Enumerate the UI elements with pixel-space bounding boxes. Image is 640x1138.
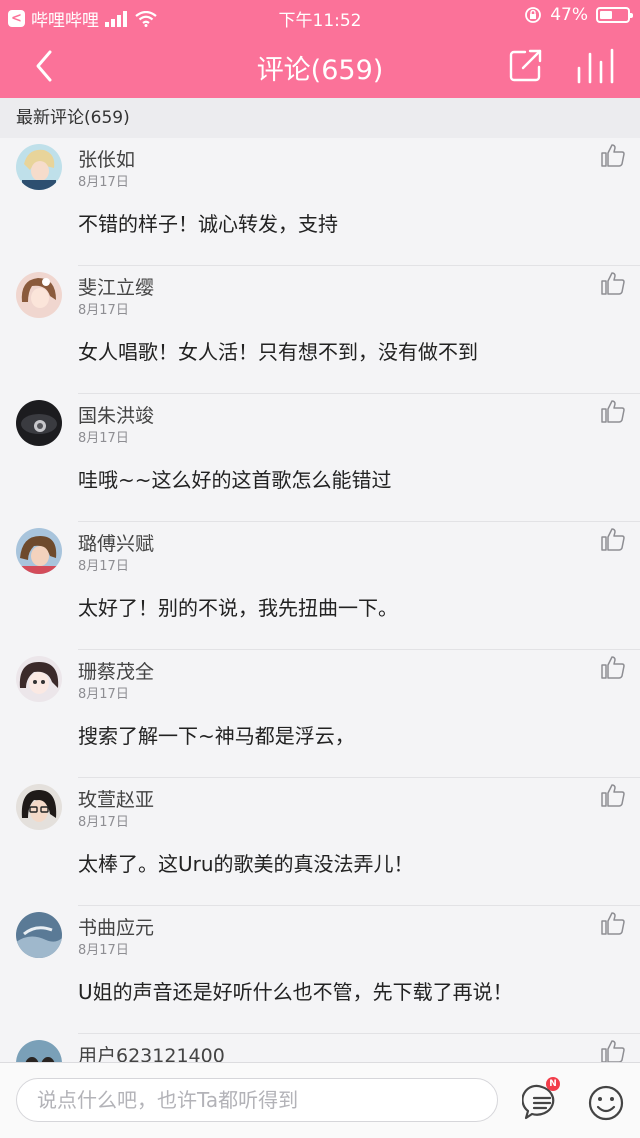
comment-date: 8月17日 xyxy=(78,559,129,574)
comment-author[interactable]: 璐傅兴赋 xyxy=(78,529,154,556)
avatar[interactable] xyxy=(16,784,62,830)
rotation-lock-icon xyxy=(525,7,542,23)
section-header: 最新评论(659) xyxy=(0,98,640,138)
thumbs-up-icon[interactable] xyxy=(600,142,626,168)
emoji-icon[interactable] xyxy=(586,1083,626,1123)
comment-text: 太好了！别的不说，我先扭曲一下。 xyxy=(78,596,398,620)
comment-author[interactable]: 斐江立缨 xyxy=(78,273,154,300)
comment-date: 8月17日 xyxy=(78,175,129,190)
comment-item[interactable]: 书曲应元 8月17日 U姐的声音还是好听什么也不管，先下载了再说！ xyxy=(0,906,640,1034)
comment-text: 太棒了。这Uru的歌美的真没法弄儿！ xyxy=(78,852,414,876)
thumbs-up-icon[interactable] xyxy=(600,654,626,680)
battery-percent: 47% xyxy=(550,5,588,25)
comment-list[interactable]: 张伥如 8月17日 不错的样子！诚心转发，支持 斐江立缨 8月17日 女人唱歌！… xyxy=(0,138,640,1062)
avatar[interactable] xyxy=(16,144,62,190)
thumbs-up-icon[interactable] xyxy=(600,398,626,424)
page-title: 评论(659) xyxy=(256,55,384,86)
comment-date: 8月17日 xyxy=(78,943,129,958)
comment-item[interactable]: 璐傅兴赋 8月17日 太好了！别的不说，我先扭曲一下。 xyxy=(0,522,640,650)
thumbs-up-icon[interactable] xyxy=(600,526,626,552)
comment-item[interactable]: 珊蔡茂全 8月17日 搜索了解一下~神马都是浮云， xyxy=(0,650,640,778)
comment-date: 8月17日 xyxy=(78,687,129,702)
comment-item[interactable]: 国朱洪竣 8月17日 哇哦~~这么好的这首歌怎么能错过 xyxy=(0,394,640,522)
comment-author[interactable]: 国朱洪竣 xyxy=(78,401,154,428)
avatar[interactable] xyxy=(16,656,62,702)
comment-text: 哇哦~~这么好的这首歌怎么能错过 xyxy=(78,468,392,492)
comment-author[interactable]: 用户623121400 xyxy=(78,1041,225,1062)
comment-author[interactable]: 珊蔡茂全 xyxy=(78,657,154,684)
share-icon[interactable] xyxy=(508,48,544,84)
comment-author[interactable]: 书曲应元 xyxy=(78,913,154,940)
comment-item[interactable]: 玫萱赵亚 8月17日 太棒了。这Uru的歌美的真没法弄儿！ xyxy=(0,778,640,906)
comment-author[interactable]: 玫萱赵亚 xyxy=(78,785,154,812)
thumbs-up-icon[interactable] xyxy=(600,270,626,296)
thumbs-up-icon[interactable] xyxy=(600,782,626,808)
battery-level xyxy=(600,11,613,19)
notification-badge: N xyxy=(546,1077,560,1091)
comment-date: 8月17日 xyxy=(78,431,129,446)
comment-item[interactable]: 斐江立缨 8月17日 女人唱歌！女人活！只有想不到，没有做不到 xyxy=(0,266,640,394)
comment-text: 不错的样子！诚心转发，支持 xyxy=(78,212,338,236)
comment-item[interactable]: 用户623121400 xyxy=(0,1034,640,1062)
battery-icon xyxy=(596,7,633,23)
thumbs-up-icon[interactable] xyxy=(600,1038,626,1062)
thumbs-up-icon[interactable] xyxy=(600,910,626,936)
comment-input[interactable]: 说点什么吧，也许Ta都听得到 xyxy=(16,1078,498,1122)
comment-date: 8月17日 xyxy=(78,815,129,830)
avatar[interactable] xyxy=(16,272,62,318)
nav-bar: 评论(659) xyxy=(0,34,640,98)
equalizer-icon[interactable] xyxy=(576,48,616,84)
comment-item[interactable]: 张伥如 8月17日 不错的样子！诚心转发，支持 xyxy=(0,138,640,266)
comment-text: U姐的声音还是好听什么也不管，先下载了再说！ xyxy=(78,980,513,1004)
comment-input-bar: 说点什么吧，也许Ta都听得到 N xyxy=(0,1062,640,1138)
comment-author[interactable]: 张伥如 xyxy=(78,145,135,172)
avatar[interactable] xyxy=(16,1040,62,1062)
comment-date: 8月17日 xyxy=(78,303,129,318)
status-bar: < 哔哩哔哩 下午11:52 47% xyxy=(0,0,640,34)
avatar[interactable] xyxy=(16,400,62,446)
comment-text: 搜索了解一下~神马都是浮云， xyxy=(78,724,355,748)
avatar[interactable] xyxy=(16,528,62,574)
comment-text: 女人唱歌！女人活！只有想不到，没有做不到 xyxy=(78,340,478,364)
avatar[interactable] xyxy=(16,912,62,958)
